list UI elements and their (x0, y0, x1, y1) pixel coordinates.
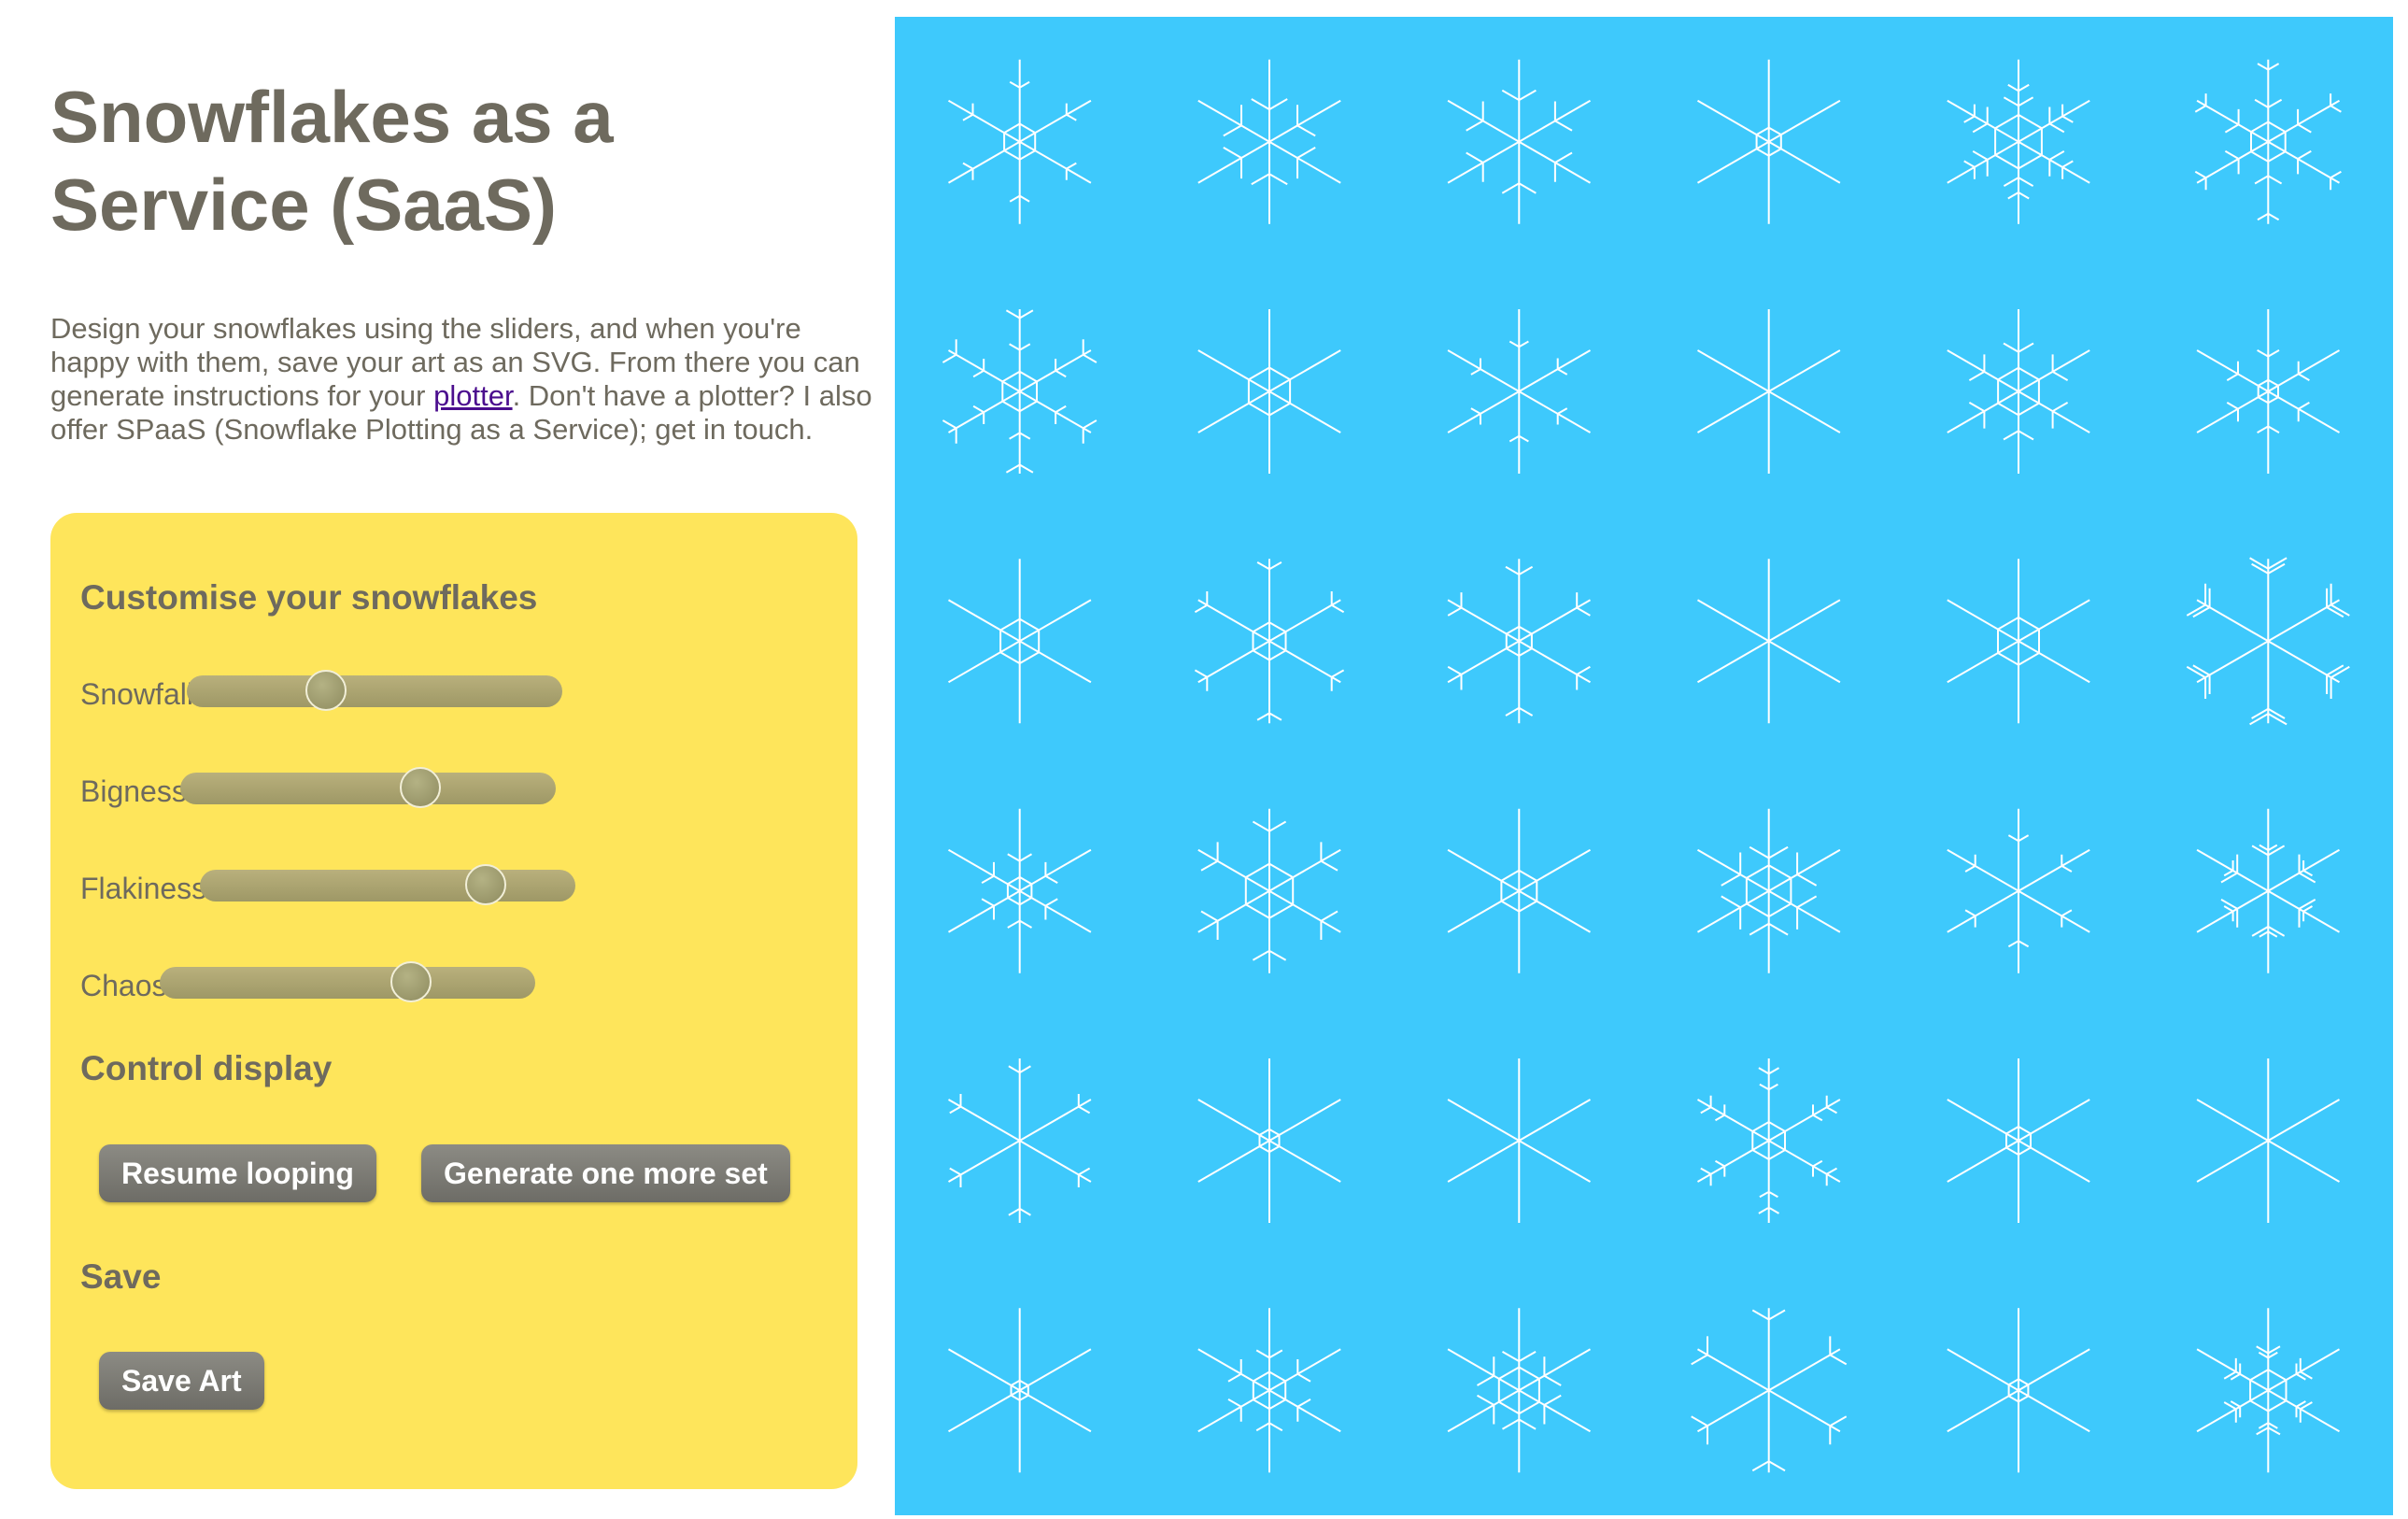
snowflake (1197, 808, 1341, 973)
snowflake-strokes (1696, 808, 1841, 973)
snowflake-strokes (1947, 559, 2090, 724)
snowflake-strokes (1947, 59, 2090, 224)
snowfall-label: Snowfall: (80, 677, 202, 711)
snowflake-strokes (947, 1308, 1092, 1473)
chaos-slider-thumb[interactable] (390, 961, 432, 1002)
snowfall-slider-thumb[interactable] (305, 670, 347, 711)
snowflake (2196, 1308, 2341, 1473)
snowflake-strokes (1197, 1058, 1341, 1223)
snowflake-strokes (947, 59, 1092, 224)
bigness-label: Bigness: (80, 774, 195, 808)
snowflake (1447, 559, 1592, 724)
snowflake (1447, 1308, 1592, 1473)
snowflake (1696, 559, 1841, 724)
snowflake (1197, 1058, 1341, 1223)
snowflake (1947, 59, 2090, 224)
snowflake (1947, 1308, 2090, 1473)
snowflake (1696, 309, 1841, 474)
snowflake-strokes (1696, 309, 1841, 474)
bigness-slider[interactable] (180, 767, 556, 808)
snowflake (1197, 1308, 1341, 1473)
snowflake-strokes (1947, 309, 2090, 474)
snowflake-strokes (1447, 309, 1592, 474)
snowflake-strokes (1197, 808, 1341, 973)
generate-one-more-set-button[interactable]: Generate one more set (421, 1144, 790, 1202)
snowflake (1197, 309, 1341, 474)
snowflake-canvas (895, 17, 2393, 1515)
snowflake (1691, 1308, 1848, 1473)
page-title: Snowflakes as a Service (SaaS) (50, 76, 614, 246)
sidebar: Snowflakes as a Service (SaaS) Design yo… (0, 0, 895, 1519)
control-display-heading: Control display (80, 1049, 333, 1087)
snowflake-strokes (947, 1058, 1092, 1223)
snowflake-strokes (1197, 309, 1341, 474)
snowflake-strokes (1447, 59, 1592, 224)
snowflake-strokes (1947, 808, 2090, 973)
snowflake-strokes (947, 559, 1092, 724)
snowflake (1197, 59, 1341, 224)
chaos-slider[interactable] (160, 961, 535, 1002)
snowflake-strokes (2186, 557, 2350, 726)
plotter-link[interactable]: plotter (433, 379, 512, 412)
snowflake-strokes (2196, 1058, 2341, 1223)
snowflake (1947, 309, 2090, 474)
snowflake-strokes (1194, 559, 1345, 724)
snowflake (1696, 808, 1841, 973)
snowflake (2186, 557, 2350, 726)
snowflake-strokes (1447, 808, 1592, 973)
snowflake (947, 1308, 1092, 1473)
snowflake (2196, 808, 2341, 973)
snowflake-strokes (1197, 59, 1341, 224)
snowflake-strokes (2196, 309, 2341, 474)
flakiness-slider-thumb[interactable] (464, 864, 506, 905)
snowflake (1947, 1058, 2090, 1223)
snowflake-strokes (947, 808, 1092, 973)
controls-panel: Customise your snowflakes Snowfall: Bign… (50, 513, 857, 1489)
snowflake (947, 59, 1092, 224)
snowflake-strokes (2194, 59, 2342, 224)
snowflake (1696, 59, 1841, 224)
save-heading: Save (80, 1257, 162, 1296)
snowflake-strokes (2196, 1308, 2341, 1473)
snowflake-strokes (1947, 1308, 2090, 1473)
snowflake (1447, 59, 1592, 224)
snowflake-strokes (942, 309, 1098, 474)
flakiness-label: Flakiness: (80, 872, 216, 905)
snowflake-strokes (1447, 1058, 1592, 1223)
flakiness-slider[interactable] (200, 864, 575, 905)
snowflake (2196, 1058, 2341, 1223)
snowflake-strokes (1691, 1308, 1848, 1473)
snowfall-slider[interactable] (187, 670, 562, 711)
snowflake-strokes (1696, 1058, 1841, 1223)
snowflake (942, 309, 1098, 474)
snowflake (1194, 559, 1345, 724)
customise-heading: Customise your snowflakes (80, 578, 538, 617)
snowflake (1947, 808, 2090, 973)
snowflake (947, 559, 1092, 724)
bigness-slider-thumb[interactable] (400, 767, 442, 808)
snowflake (1447, 808, 1592, 973)
snowflake (2196, 309, 2341, 474)
snowflake (1447, 309, 1592, 474)
snowflake-strokes (1197, 1308, 1341, 1473)
snowflake-strokes (1696, 59, 1841, 224)
snowflake (1947, 559, 2090, 724)
snowflake (1447, 1058, 1592, 1223)
snowflake-strokes (1447, 1308, 1592, 1473)
intro-text: Design your snowflakes using the sliders… (50, 312, 872, 447)
snowflake (2194, 59, 2342, 224)
snowflake-grid (942, 59, 2350, 1473)
resume-looping-button[interactable]: Resume looping (99, 1144, 376, 1202)
snowflake-strokes (1947, 1058, 2090, 1223)
save-art-button[interactable]: Save Art (99, 1352, 264, 1410)
snowflake-strokes (1696, 559, 1841, 724)
snowflake-strokes (1447, 559, 1592, 724)
snowflake (947, 1058, 1092, 1223)
snowflake (1696, 1058, 1841, 1223)
snowflake (947, 808, 1092, 973)
snowflake-strokes (2196, 808, 2341, 973)
